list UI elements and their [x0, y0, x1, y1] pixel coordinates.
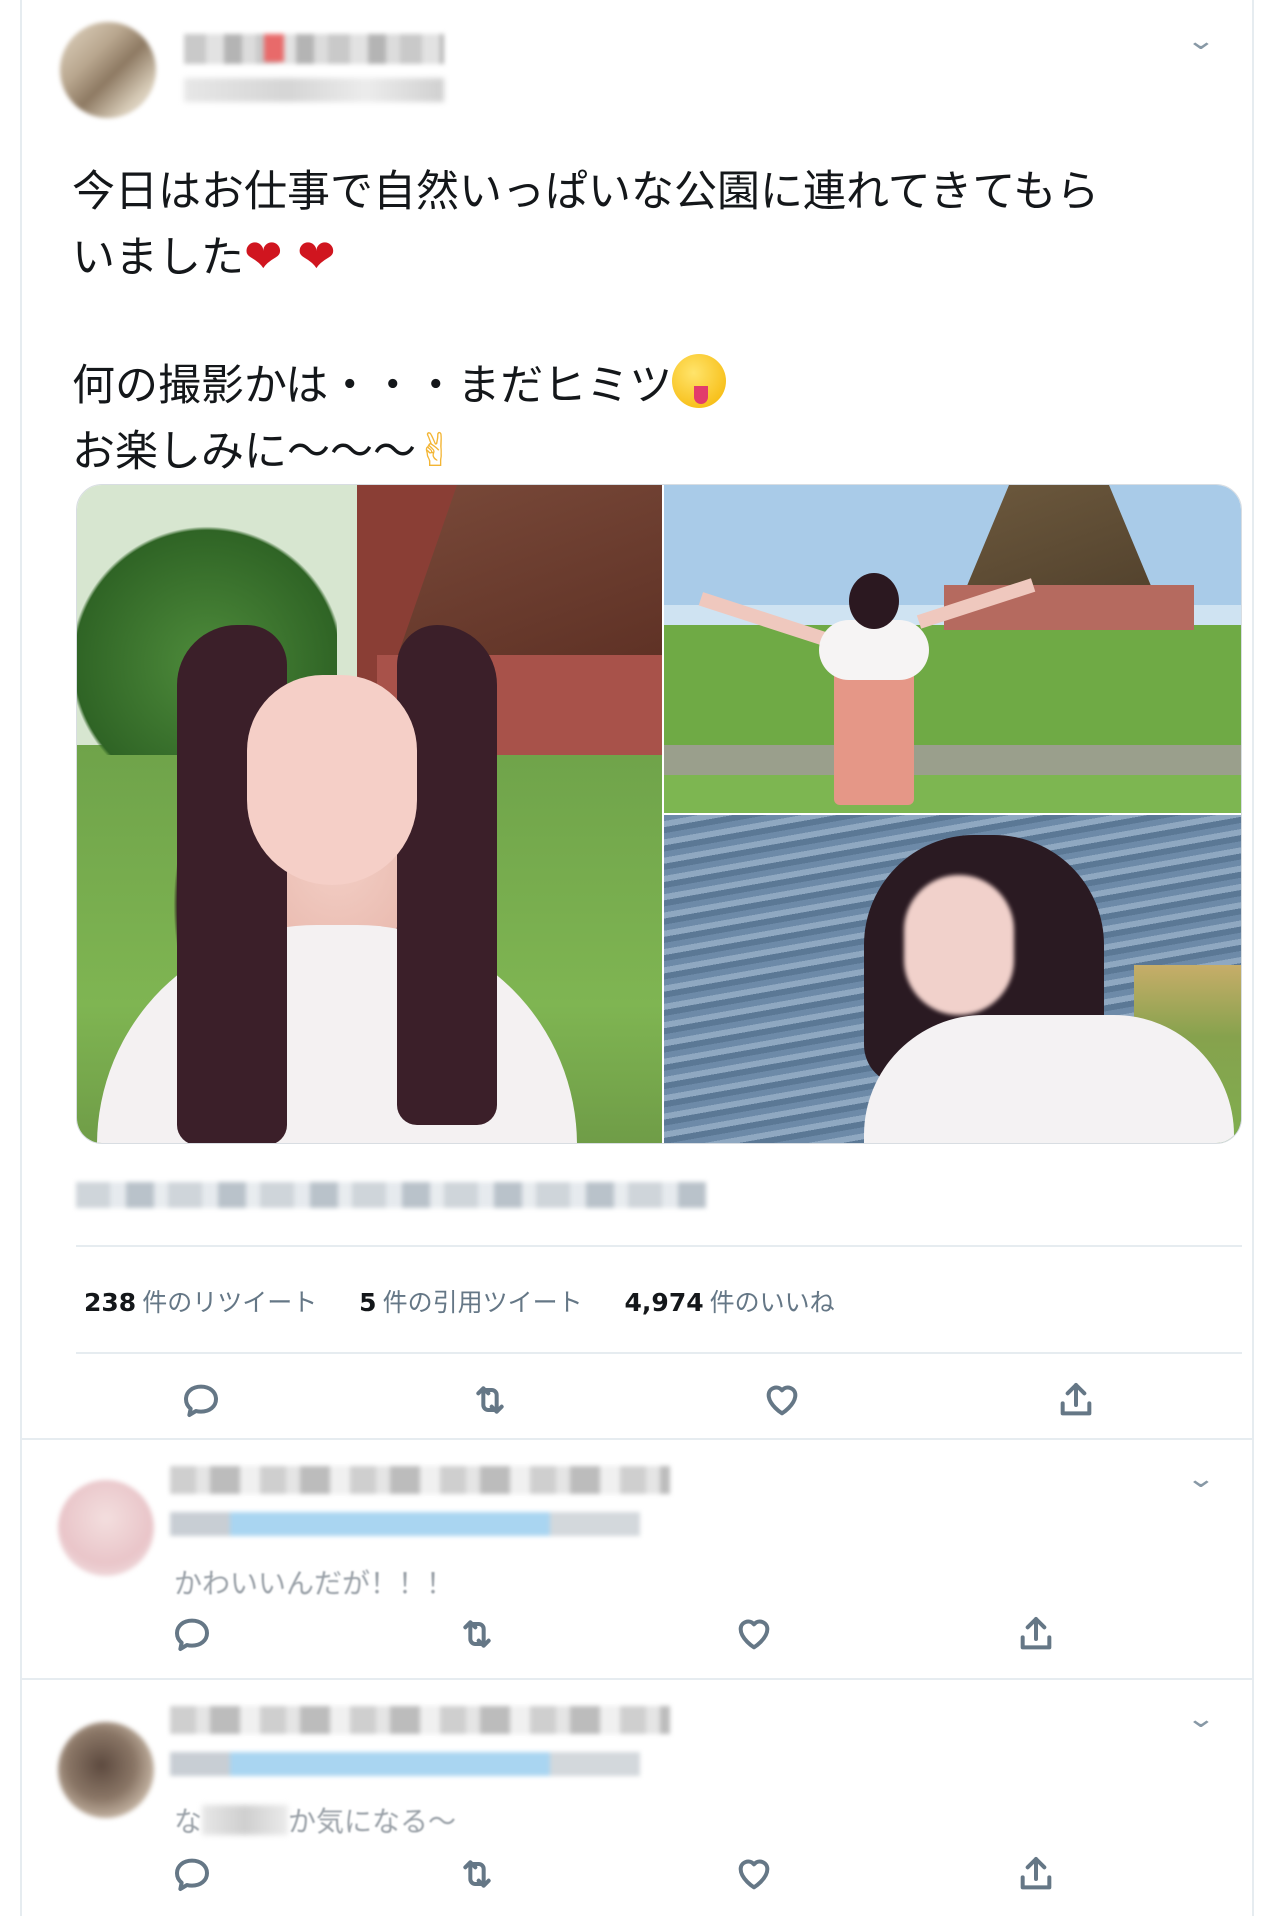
reply-actions: [22, 1850, 1252, 1910]
reply-icon[interactable]: [168, 1850, 216, 1898]
stat-label: 件のリツイート: [142, 1288, 318, 1317]
stat-count: 5: [359, 1288, 377, 1317]
tweet-text-line: 何の撮影かは・・・まだヒミツ: [72, 361, 673, 411]
retweet-icon[interactable]: [466, 1376, 514, 1424]
reply-actions: [22, 1610, 1252, 1670]
tweet-text-line: 今日はお仕事で自然いっぱいな公園に連れてきてもら: [72, 167, 1100, 217]
reply-icon[interactable]: [168, 1610, 216, 1658]
reply-avatar[interactable]: [58, 1480, 154, 1576]
like-count[interactable]: 4,974 件のいいね: [625, 1288, 835, 1317]
reply-text-content: かわいいんだが！！！: [174, 1567, 455, 1600]
tweet-photo-grid: [76, 484, 1242, 1144]
chevron-down-icon[interactable]: ⌄: [1186, 26, 1217, 56]
reply-text-prefix: な: [174, 1805, 203, 1838]
tweet-text-line: いました: [72, 233, 244, 283]
stat-count: 4,974: [624, 1288, 704, 1317]
reply-text-content: か気になる〜: [288, 1805, 457, 1838]
chevron-down-icon[interactable]: ⌄: [1186, 1704, 1217, 1734]
reply-text: な か気になる〜: [174, 1800, 456, 1840]
heart-icon[interactable]: [730, 1850, 778, 1898]
tweet-actions: [22, 1376, 1252, 1436]
tweet-photo-2[interactable]: [664, 485, 1241, 813]
divider: [76, 1245, 1242, 1247]
reply-icon[interactable]: [177, 1376, 225, 1424]
reply-author-blurred[interactable]: [170, 1706, 670, 1734]
heart-icon[interactable]: [758, 1376, 806, 1424]
retweet-icon[interactable]: [453, 1610, 501, 1658]
quote-tweet-count[interactable]: 5 件の引用ツイート: [359, 1288, 582, 1317]
author-name-blurred[interactable]: [184, 34, 444, 64]
reply-author-blurred[interactable]: [170, 1466, 670, 1494]
retweet-count[interactable]: 238 件のリツイート: [84, 1288, 317, 1317]
divider: [76, 1352, 1242, 1354]
author-avatar[interactable]: [60, 22, 156, 118]
retweet-icon[interactable]: [453, 1850, 501, 1898]
tweet-text: 今日はお仕事で自然いっぱいな公園に連れてきてもら いました❤ ❤ 何の撮影かは・…: [72, 160, 1222, 484]
censored-smudge: [202, 1805, 289, 1835]
reply-tweet[interactable]: ⌄ かわいいんだが！！！: [22, 1442, 1252, 1680]
main-tweet: ⌄ 今日はお仕事で自然いっぱいな公園に連れてきてもら いました❤ ❤ 何の撮影か…: [22, 0, 1252, 1440]
share-icon[interactable]: [1012, 1850, 1060, 1898]
share-icon[interactable]: [1052, 1376, 1100, 1424]
author-handle-blurred[interactable]: [184, 78, 444, 102]
heart-icon[interactable]: [730, 1610, 778, 1658]
reply-text: かわいいんだが！！！: [174, 1562, 454, 1602]
heart-emoji-icon: ❤ ❤: [244, 229, 336, 283]
share-icon[interactable]: [1012, 1610, 1060, 1658]
stat-label: 件の引用ツイート: [382, 1288, 583, 1317]
victory-hand-emoji-icon: ✌: [416, 423, 455, 477]
reply-tweet[interactable]: ⌄ な か気になる〜: [22, 1682, 1252, 1916]
tweet-timeline: ⌄ 今日はお仕事で自然いっぱいな公園に連れてきてもら いました❤ ❤ 何の撮影か…: [20, 0, 1254, 1916]
replying-to-blurred[interactable]: [170, 1512, 640, 1536]
replying-to-blurred[interactable]: [170, 1752, 640, 1776]
stat-count: 238: [84, 1288, 137, 1317]
tweet-text-line: お楽しみに〜〜〜: [72, 427, 416, 477]
tweet-photo-3[interactable]: [664, 815, 1241, 1143]
chevron-down-icon[interactable]: ⌄: [1186, 1464, 1217, 1494]
stat-label: 件のいいね: [709, 1288, 835, 1317]
tweet-stats: 238 件のリツイート 5 件の引用ツイート 4,974 件のいいね: [84, 1283, 869, 1319]
tweet-photo-1[interactable]: [77, 485, 662, 1143]
wink-tongue-emoji-icon: [672, 354, 727, 408]
tweet-timestamp-blurred[interactable]: [76, 1182, 706, 1208]
reply-avatar[interactable]: [58, 1722, 154, 1818]
